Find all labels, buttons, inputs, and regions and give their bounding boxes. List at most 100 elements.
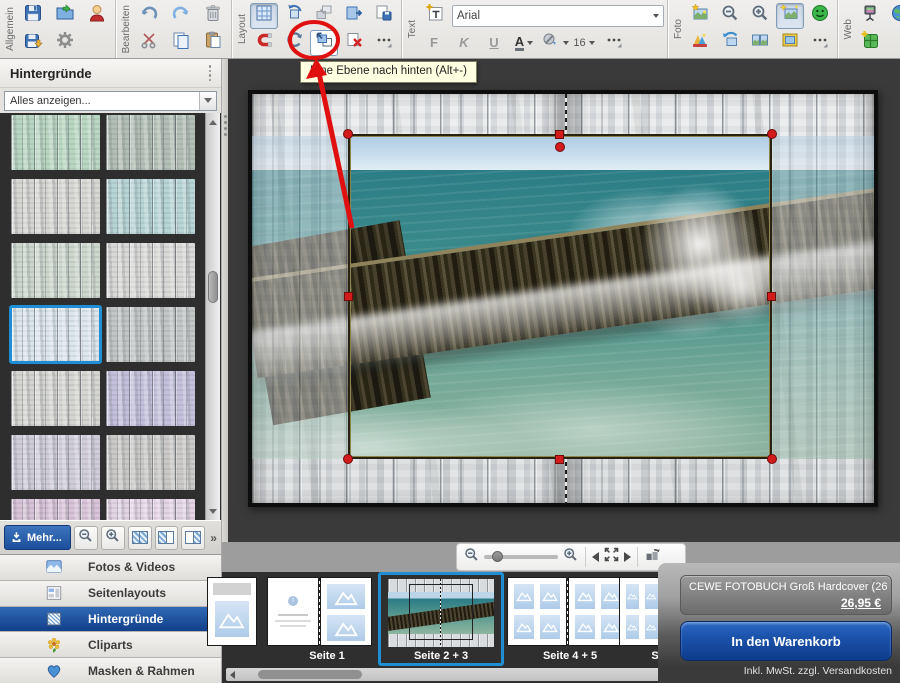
page-thumb-seite-2-3[interactable] [388,579,494,647]
handle-top-center[interactable] [555,130,564,139]
handle-top-left[interactable] [343,129,353,139]
delete-button[interactable] [198,3,228,29]
add-web-button[interactable] [856,30,884,56]
internet-button[interactable] [886,3,900,29]
scroll-up-icon[interactable] [206,115,220,129]
photo-crop-area[interactable] [350,136,770,457]
copy-button[interactable] [166,30,196,56]
italic-button[interactable]: K [450,30,478,56]
zoom-slider[interactable] [484,555,558,559]
fill-color-button[interactable] [540,30,568,56]
scroll-left-icon[interactable] [226,671,239,679]
spread-photo-button[interactable] [746,30,774,56]
background-thumbnail[interactable] [11,307,100,362]
page-thumb-cover[interactable] [208,578,256,645]
font-family-select[interactable]: Arial [452,5,664,27]
background-thumbnail[interactable] [11,371,100,426]
apply-left-page-button[interactable] [155,526,179,550]
chevron-down-icon[interactable] [199,92,216,110]
prev-page-icon[interactable] [592,552,599,562]
magnet-button[interactable] [250,30,278,56]
handle-bottom-right[interactable] [767,454,777,464]
profile-button[interactable] [82,3,112,29]
zoom-slider-handle[interactable] [492,551,503,562]
photo-zoom-out-button[interactable] [716,3,744,29]
sidebar-item-cliparts[interactable]: Cliparts [0,632,221,658]
layer-forward-button[interactable] [310,3,338,29]
save-layout-button[interactable] [370,3,398,29]
zoom-out-icon[interactable] [463,546,480,568]
add-text-button[interactable] [420,3,450,29]
book-spread[interactable] [248,90,878,507]
more-backgrounds-button[interactable]: Mehr... [4,525,71,550]
add-to-cart-button[interactable]: In den Warenkorb [680,621,892,661]
handle-top-right[interactable] [767,129,777,139]
handle-bottom-left[interactable] [343,454,353,464]
background-thumbnail[interactable] [11,179,100,234]
delete-element-button[interactable] [340,30,368,56]
save-as-button[interactable] [18,30,48,56]
photo-more-button[interactable] [806,30,834,56]
font-color-button[interactable]: A [510,30,538,56]
scroll-down-icon[interactable] [206,504,220,518]
background-thumbnail[interactable] [11,115,100,170]
settings-button[interactable] [50,30,80,56]
sidebar-item-seitenlayouts[interactable]: Seitenlayouts [0,581,221,607]
background-thumbnail[interactable] [106,115,195,170]
text-more-button[interactable] [600,30,628,56]
cut-button[interactable] [134,30,164,56]
fit-view-icon[interactable] [603,546,620,568]
handle-mid-left[interactable] [344,292,353,301]
page-thumb-seite-1[interactable]: i [268,578,371,645]
background-thumbnail[interactable] [106,307,195,362]
background-thumbnail[interactable] [106,499,195,520]
background-thumbnail[interactable] [106,243,195,298]
drag-handle-icon[interactable] [209,65,212,81]
thumb-larger-button[interactable] [101,526,125,550]
background-thumbnail[interactable] [11,243,100,298]
zoom-in-icon[interactable] [562,546,579,568]
horizontal-scrollbar[interactable] [226,668,678,681]
handle-mid-right[interactable] [767,292,776,301]
rotate-button[interactable] [280,30,308,56]
page-thumb-seite-4-5[interactable] [508,578,627,645]
handle-bottom-center[interactable] [555,455,564,464]
underline-button[interactable]: U [480,30,508,56]
panel-splitter[interactable] [222,59,228,542]
sidebar-item-hintergruende[interactable]: Hintergründe [0,607,221,633]
open-button[interactable] [50,3,80,29]
smiley-button[interactable] [806,3,834,29]
photo-zoom-in-button[interactable] [746,3,774,29]
font-size-select[interactable]: 16 [570,30,598,56]
save-button[interactable] [18,3,48,29]
background-thumbnail[interactable] [11,499,100,520]
undo-button[interactable] [134,3,164,29]
rotate-handle[interactable] [555,142,565,152]
thumb-smaller-button[interactable] [74,526,98,550]
background-thumbnail[interactable] [106,435,195,490]
background-thumbnail[interactable] [11,435,100,490]
background-filter-select[interactable]: Alles anzeigen... [4,91,217,111]
spread-pages[interactable] [252,94,874,503]
enhance-button[interactable] [776,3,804,29]
move-element-button[interactable] [340,3,368,29]
layer-back-button[interactable] [310,30,338,56]
redo-button[interactable] [166,3,196,29]
next-page-icon[interactable] [624,552,631,562]
frame-button[interactable] [776,30,804,56]
apply-right-page-button[interactable] [181,526,205,550]
background-thumbnail[interactable] [106,179,195,234]
paste-button[interactable] [198,30,228,56]
background-thumbnail[interactable] [106,371,195,426]
vertical-scrollbar[interactable] [205,113,220,520]
sidebar-item-masken-rahmen[interactable]: Masken & Rahmen [0,658,221,683]
expand-chevron[interactable]: » [210,531,217,545]
scrollbar-thumb[interactable] [208,271,218,303]
add-photo-button[interactable] [686,3,714,29]
slideshow-button[interactable] [856,3,884,29]
layout-more-button[interactable] [370,30,398,56]
scrollbar-thumb[interactable] [258,670,362,679]
rotate-page-button[interactable] [280,3,308,29]
apply-both-pages-button[interactable] [128,526,152,550]
bold-button[interactable]: F [420,30,448,56]
